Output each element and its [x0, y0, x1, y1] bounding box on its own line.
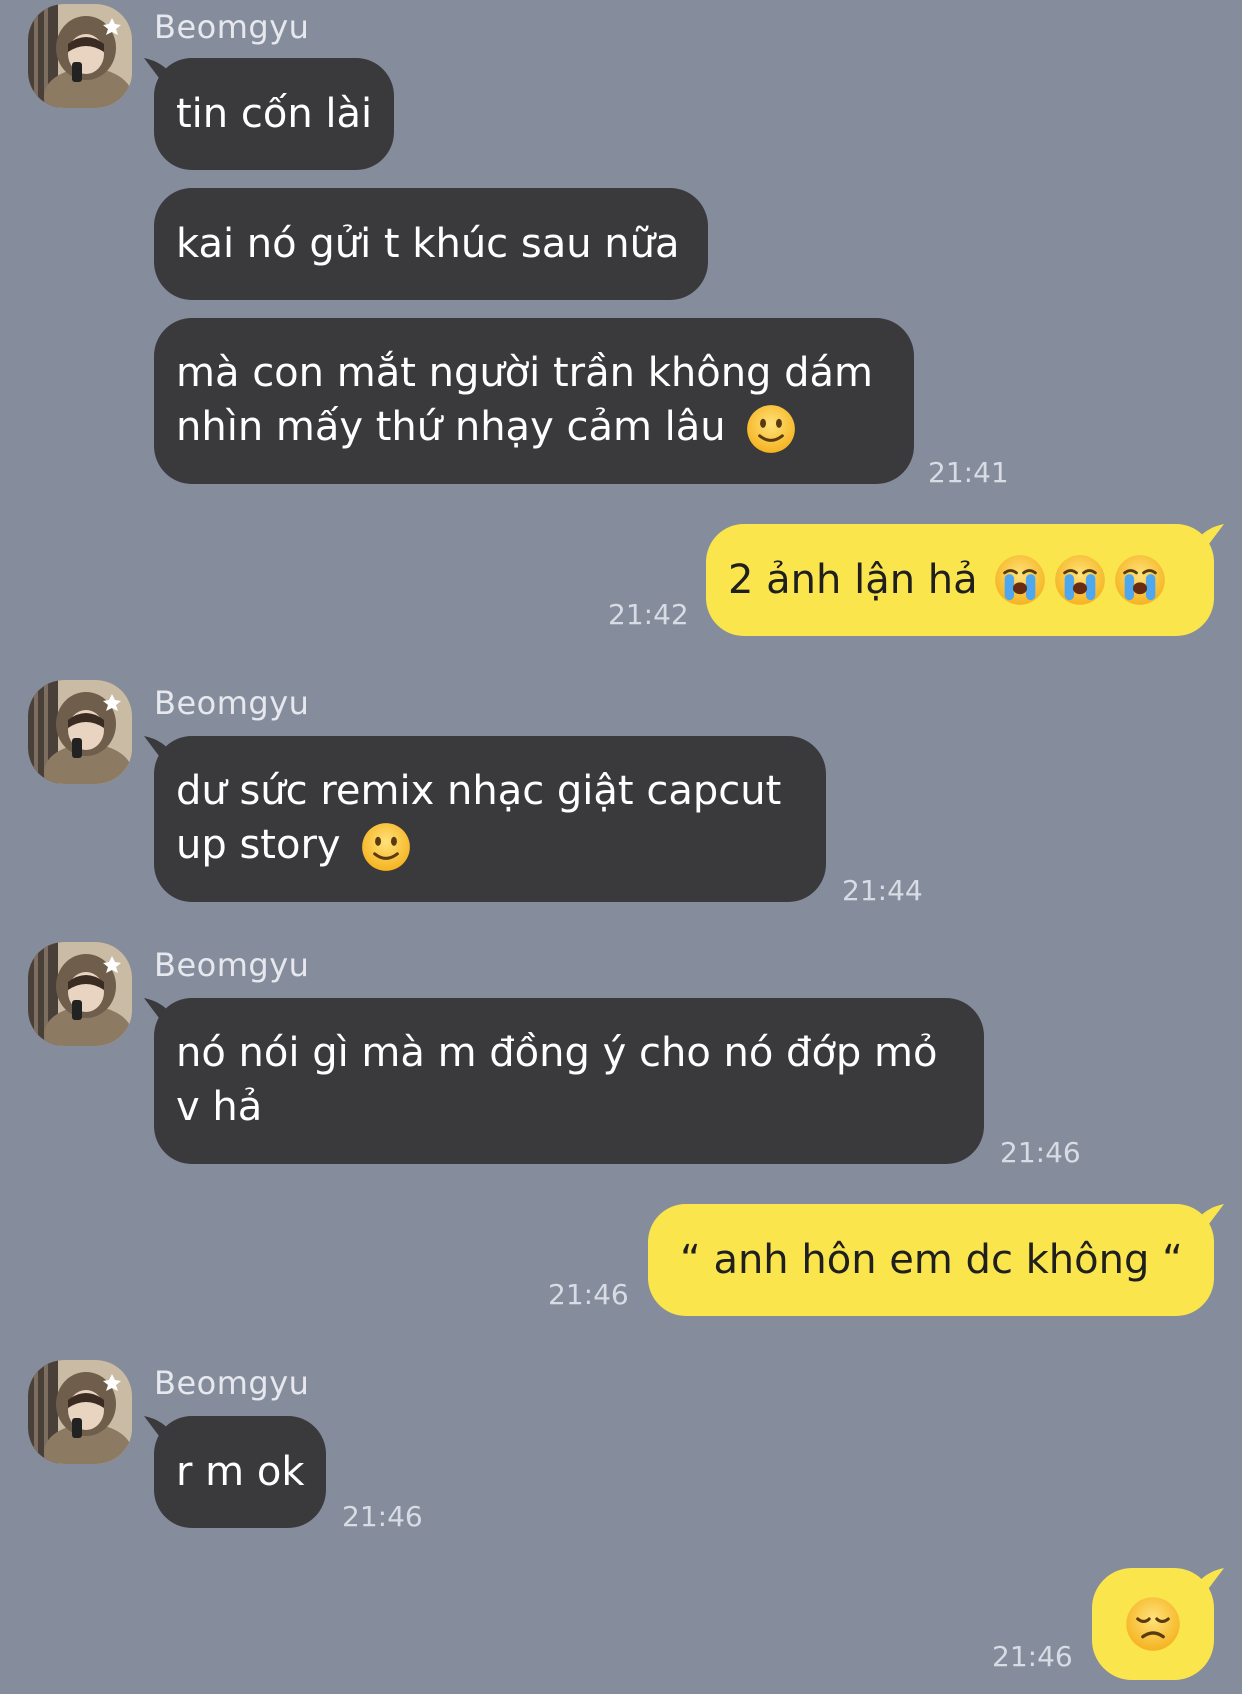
message-timestamp: 21:42 — [608, 598, 689, 631]
loudly-crying-face-icon — [1113, 554, 1166, 606]
disappointed-face-icon — [1125, 1596, 1181, 1652]
message-timestamp: 21:44 — [842, 874, 923, 907]
message-bubble-outgoing[interactable] — [1092, 1568, 1224, 1680]
sender-name: Beomgyu — [154, 1364, 310, 1402]
avatar-image — [28, 680, 132, 784]
message-bubble[interactable]: dư sức remix nhạc giật capcut up story — [144, 736, 826, 902]
message-bubble[interactable]: kai nó gửi t khúc sau nữa — [154, 188, 708, 300]
message-bubble-outgoing[interactable]: 2 ảnh lận hả — [706, 524, 1224, 636]
loudly-crying-face-icon — [1053, 554, 1106, 606]
sender-avatar[interactable] — [28, 4, 132, 108]
message-text-line: dư sức remix nhạc giật capcut — [176, 768, 782, 814]
loudly-crying-face-icon — [993, 554, 1046, 606]
slightly-smiling-face-icon — [746, 404, 797, 454]
message-bubble[interactable]: nó nói gì mà m đồng ý cho nó đớp mỏ v hả — [144, 998, 984, 1164]
message-timestamp: 21:41 — [928, 456, 1009, 489]
message-text-line: up story — [176, 822, 341, 868]
bubble-tail — [1194, 524, 1224, 564]
avatar-image — [28, 942, 132, 1046]
message-text: kai nó gửi t khúc sau nữa — [176, 221, 680, 267]
message-bubble[interactable]: tin cốn lài — [144, 58, 394, 170]
message-text: “ anh hôn em dc không “ — [680, 1237, 1183, 1283]
bubble-tail — [144, 736, 174, 776]
avatar-image — [28, 1360, 132, 1464]
message-text: tin cốn lài — [176, 91, 373, 137]
message-text-line: nhìn mấy thứ nhạy cảm lâu — [176, 404, 726, 450]
bubble-tail — [1194, 1204, 1224, 1244]
sender-avatar[interactable] — [28, 1360, 132, 1464]
message-text: r m ok — [176, 1449, 305, 1495]
sender-avatar[interactable] — [28, 942, 132, 1046]
sender-name: Beomgyu — [154, 946, 310, 984]
sender-name: Beomgyu — [154, 8, 310, 46]
message-timestamp: 21:46 — [548, 1278, 629, 1311]
bubble-tail — [144, 58, 174, 98]
sender-name: Beomgyu — [154, 684, 310, 722]
message-bubble-outgoing[interactable]: “ anh hôn em dc không “ — [648, 1204, 1224, 1316]
message-timestamp: 21:46 — [342, 1500, 423, 1533]
bubble-tail — [1194, 1568, 1224, 1608]
message-text: 2 ảnh lận hả — [728, 557, 978, 603]
slightly-smiling-face-icon — [361, 822, 412, 872]
message-timestamp: 21:46 — [1000, 1136, 1081, 1169]
sender-avatar[interactable] — [28, 680, 132, 784]
message-text-line: v hả — [176, 1084, 263, 1130]
bubble-tail — [144, 1416, 174, 1456]
message-bubble[interactable]: r m ok — [144, 1416, 326, 1528]
message-bubble[interactable]: mà con mắt người trần không dám nhìn mấy… — [154, 318, 914, 484]
message-text-line: mà con mắt người trần không dám — [176, 350, 874, 396]
message-timestamp: 21:46 — [992, 1640, 1073, 1673]
message-text-line: nó nói gì mà m đồng ý cho nó đớp mỏ — [176, 1030, 938, 1076]
bubble-tail — [144, 998, 174, 1038]
avatar-image — [28, 4, 132, 108]
